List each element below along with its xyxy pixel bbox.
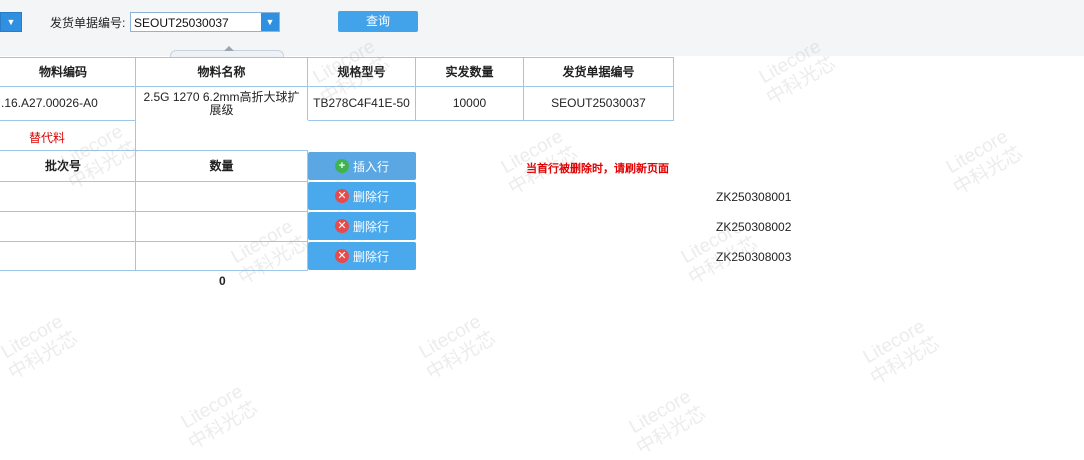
- quantity-total: 0: [219, 274, 226, 288]
- watermark: Litecore 中科光芯: [625, 386, 710, 460]
- batch-no-input[interactable]: [0, 181, 136, 212]
- left-dropdown-button[interactable]: ▼: [0, 12, 22, 32]
- quantity-input[interactable]: [135, 241, 308, 271]
- batch-no-input[interactable]: [0, 211, 136, 242]
- cell-qty: 10000: [415, 86, 524, 121]
- batch-no-input[interactable]: [0, 241, 136, 271]
- cell-doc-no: SEOUT25030037: [523, 86, 674, 121]
- watermark: Litecore 中科光芯: [177, 381, 262, 455]
- delete-row-button[interactable]: ✕ 删除行: [308, 182, 416, 210]
- doc-no-combobox[interactable]: SEOUT25030037 ▼: [130, 12, 280, 32]
- chevron-down-icon[interactable]: ▼: [261, 13, 279, 31]
- doc-no-filter-label: 发货单据编号:: [50, 16, 126, 30]
- query-button[interactable]: 查询: [338, 11, 418, 32]
- material-name-line2: 展级: [209, 102, 234, 117]
- header-doc-no: 发货单据编号: [523, 57, 674, 87]
- substitute-spacer: [135, 120, 308, 151]
- close-circle-icon: ✕: [334, 219, 349, 233]
- close-circle-icon: ✕: [334, 249, 349, 263]
- header-qty: 实发数量: [415, 57, 524, 87]
- doc-no-combobox-value: SEOUT25030037: [134, 16, 229, 30]
- material-name-line1: 2.5G 1270 6.2mm高折大球扩: [143, 89, 300, 104]
- refresh-warning: 当首行被删除时，请刷新页面: [526, 163, 669, 175]
- watermark: Litecore 中科光芯: [859, 316, 944, 390]
- watermark: Litecore 中科光芯: [0, 311, 82, 385]
- cell-material-name: 2.5G 1270 6.2mm高折大球扩 展级: [135, 86, 308, 121]
- plus-circle-icon: +: [334, 159, 349, 173]
- quantity-input[interactable]: [135, 181, 308, 212]
- collapse-arrow-icon[interactable]: [224, 46, 234, 51]
- delete-row-button[interactable]: ✕ 删除行: [308, 212, 416, 240]
- lot-number: ZK250308003: [716, 250, 792, 264]
- lot-number: ZK250308002: [716, 220, 792, 234]
- substitute-material-label: 替代料: [29, 131, 66, 145]
- delete-row-button[interactable]: ✕ 删除行: [308, 242, 416, 270]
- header-material-code: 物料编码: [0, 57, 136, 87]
- header-quantity: 数量: [135, 150, 308, 182]
- watermark: Litecore 中科光芯: [415, 311, 500, 385]
- cell-spec: TB278C4F41E-50: [307, 86, 416, 121]
- watermark: Litecore 中科光芯: [942, 126, 1027, 200]
- header-spec: 规格型号: [307, 57, 416, 87]
- cell-material-code: .16.A27.00026-A0: [0, 86, 136, 121]
- close-circle-icon: ✕: [334, 189, 349, 203]
- lot-number: ZK250308001: [716, 190, 792, 204]
- quantity-input[interactable]: [135, 211, 308, 242]
- header-batch-no: 批次号: [0, 150, 136, 182]
- header-material-name: 物料名称: [135, 57, 308, 87]
- insert-row-button[interactable]: + 插入行: [308, 152, 416, 180]
